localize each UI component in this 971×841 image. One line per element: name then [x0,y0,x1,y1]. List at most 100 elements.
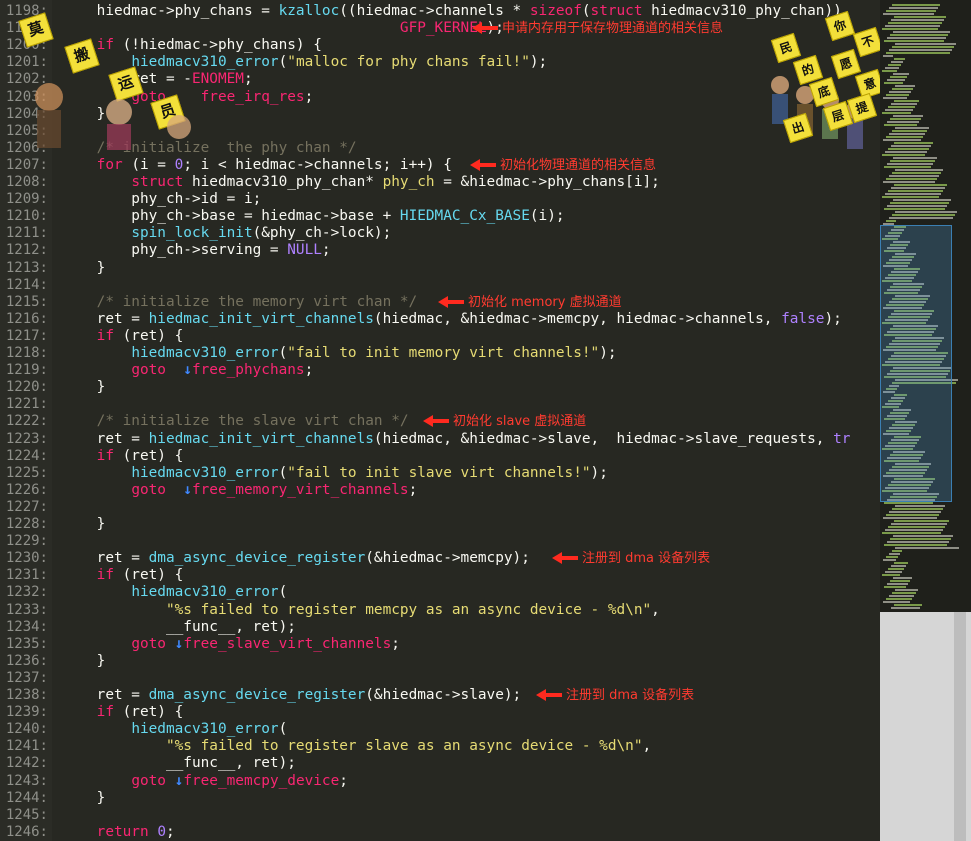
minimap-line [895,169,943,171]
code-line[interactable]: 1217: if (ret) { [0,328,880,345]
red-arrow-icon [536,689,562,701]
code-line[interactable]: 1220: } [0,379,880,396]
minimap-line [882,28,938,30]
code-line[interactable]: 1245: [0,807,880,824]
minimap-line [891,145,931,147]
minimap-line [887,205,947,207]
code-line[interactable]: 1214: [0,277,880,294]
code-line[interactable]: 1241: "%s failed to register slave as an… [0,738,880,755]
code-line[interactable]: 1208: struct hiedmacv310_phy_chan* phy_c… [0,174,880,191]
scrollbar-area[interactable] [880,612,971,841]
code-line[interactable]: 1237: [0,670,880,687]
line-number: 1242: [5,755,48,772]
code-text: } [62,652,106,669]
code-line[interactable]: 1236: } [0,653,880,670]
code-line[interactable]: 1243: goto ↓free_memcpy_device; [0,773,880,790]
code-line[interactable]: 1234: __func__, ret); [0,619,880,636]
scrollbar-thumb[interactable] [954,612,966,841]
minimap-line [894,184,947,186]
line-number: 1220: [5,379,48,396]
code-text: goto ↓free_memory_virt_channels; [131,481,418,498]
minimap-viewport[interactable] [880,225,952,502]
code-line[interactable]: 1239: if (ret) { [0,704,880,721]
code-line[interactable]: 1210: phy_ch->base = hiedmac->base + HIE… [0,208,880,225]
minimap-line [888,148,929,150]
minimap-line [886,220,896,222]
minimap-line [884,82,903,84]
code-text: ret = hiedmac_init_virt_channels(hiedmac… [62,430,851,447]
minimap-line [889,7,938,9]
minimap-line [895,547,959,549]
minimap-line [888,568,904,570]
code-line[interactable]: 1212: phy_ch->serving = NULL; [0,242,880,259]
code-text: /* initialize the memory virt chan */ [96,293,418,310]
minimap-line [884,586,906,588]
code-line[interactable]: 1242: __func__, ret); [0,755,880,772]
code-line[interactable]: 1221: [0,396,880,413]
code-line[interactable]: 1230: ret = dma_async_device_register(&h… [0,550,880,567]
minimap-line [883,139,921,141]
minimap-line [883,517,937,519]
minimap-line [894,520,949,522]
line-number: 1225: [5,464,48,481]
code-text: hiedmacv310_error("fail to init slave vi… [131,464,608,481]
line-number: 1217: [5,327,48,344]
minimap-line [892,130,927,132]
line-number: 1241: [5,738,48,755]
code-line[interactable]: 1238: ret = dma_async_device_register(&h… [0,687,880,704]
minimap-line [883,97,907,99]
line-number: 1226: [5,481,48,498]
minimap-line [895,127,929,129]
code-editor[interactable]: 1198: hiedmac->phy_chans = kzalloc((hied… [0,0,880,841]
code-line[interactable]: 1231: if (ret) { [0,567,880,584]
minimap-line [889,595,914,597]
minimap-line [884,208,945,210]
code-line[interactable]: 1225: hiedmacv310_error("fail to init sl… [0,465,880,482]
code-line[interactable]: 1218: hiedmacv310_error("fail to init me… [0,345,880,362]
minimap-line [886,10,936,12]
code-line[interactable]: 1227: [0,499,880,516]
minimap-line [894,562,908,564]
code-line[interactable]: 1232: hiedmacv310_error( [0,584,880,601]
minimap-line [882,532,941,534]
code-line[interactable]: 1233: "%s failed to register memcpy as a… [0,602,880,619]
code-line[interactable]: 1216: ret = hiedmac_init_virt_channels(h… [0,311,880,328]
minimap-line [885,193,941,195]
code-text: if (ret) { [96,327,184,344]
minimap-line [883,13,934,15]
minimap-line [883,181,935,183]
minimap-line [882,574,900,576]
line-number: 1230: [5,550,48,567]
line-number: 1211: [5,225,48,242]
code-line[interactable]: 1226: goto ↓free_memory_virt_channels; [0,482,880,499]
code-line[interactable]: 1219: goto ↓free_phychans; [0,362,880,379]
minimap-line [885,529,943,531]
code-line[interactable]: 1240: hiedmacv310_error( [0,721,880,738]
minimap-line [892,88,913,90]
minimap-line [890,538,951,540]
code-text: } [62,259,106,276]
code-line[interactable]: 1211: spin_lock_init(&phy_ch->lock); [0,225,880,242]
line-number: 1221: [5,396,48,413]
minimap-line [888,526,945,528]
minimap-line [890,580,910,582]
code-line[interactable]: 1228: } [0,516,880,533]
code-line[interactable]: 1209: phy_ch->id = i; [0,191,880,208]
code-line[interactable]: 1223: ret = hiedmac_init_virt_channels(h… [0,431,880,448]
line-number: 1215: [5,293,48,310]
minimap-line [889,175,939,177]
code-line[interactable]: 1235: goto ↓free_slave_virt_channels; [0,636,880,653]
minimap-line [886,52,950,54]
minimap-line [891,523,947,525]
code-text: hiedmacv310_error("fail to init memory v… [131,345,617,361]
line-number: 1224: [5,447,48,464]
code-line[interactable]: 1229: [0,533,880,550]
code-line[interactable]: 1244: } [0,790,880,807]
minimap-line [891,103,917,105]
code-line[interactable]: 1246: return 0; [0,824,880,841]
minimap-line [882,196,939,198]
line-number: 1234: [5,618,48,635]
code-line[interactable]: 1224: if (ret) { [0,448,880,465]
code-line[interactable]: 1207: for (i = 0; i < hiedmac->channels;… [0,157,880,174]
code-line[interactable]: 1213: } [0,260,880,277]
